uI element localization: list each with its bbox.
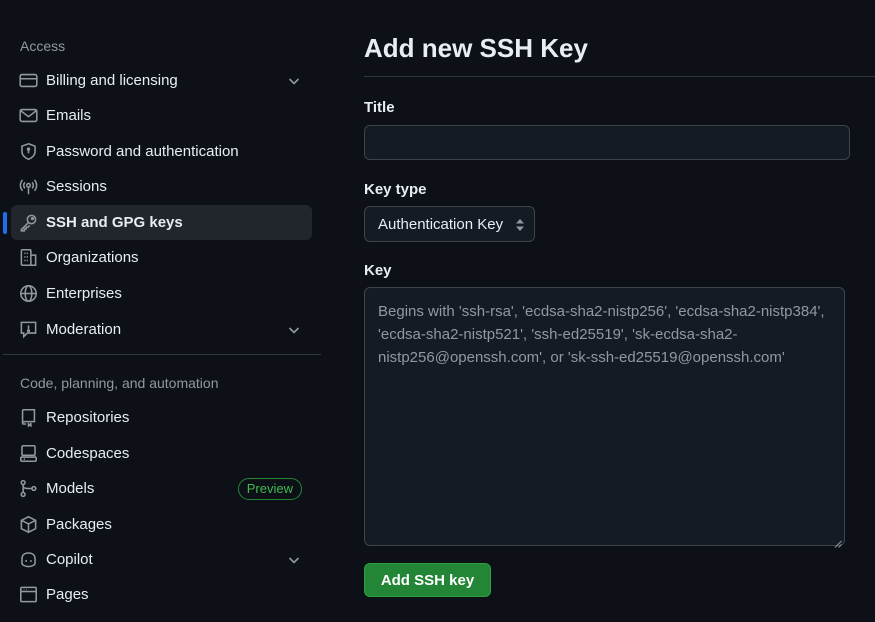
sidebar-item-label: Models	[46, 480, 95, 497]
sidebar-item-label: Emails	[46, 107, 92, 124]
sidebar-item-moderation[interactable]: Moderation	[11, 312, 312, 347]
key-field-label: Key	[364, 262, 392, 279]
credit-card-icon	[19, 71, 38, 90]
chevron-down-icon[interactable]	[286, 322, 302, 338]
title-divider	[364, 76, 875, 77]
organization-icon	[19, 248, 38, 267]
sidebar-item-copilot[interactable]: Copilot	[11, 542, 312, 577]
broadcast-icon	[19, 177, 38, 196]
preview-badge: Preview	[237, 478, 302, 500]
code-section-title: Code, planning, and automation	[20, 375, 219, 391]
sidebar-item-codespaces[interactable]: Codespaces	[11, 436, 312, 471]
globe-icon	[19, 284, 38, 303]
key-type-select[interactable]: Authentication Key	[364, 206, 535, 242]
settings-sidebar: Access Billing and licensing Emails Pass…	[0, 0, 322, 622]
sidebar-divider	[3, 354, 321, 355]
resize-grip-icon[interactable]	[834, 535, 842, 548]
sidebar-item-ssh-gpg-keys[interactable]: SSH and GPG keys	[3, 205, 312, 240]
main-content: Add new SSH Key Title Key type Authentic…	[364, 0, 875, 622]
shield-lock-icon	[19, 142, 38, 161]
select-arrows-icon	[514, 217, 526, 233]
add-ssh-key-button[interactable]: Add SSH key	[364, 563, 491, 597]
page-title: Add new SSH Key	[364, 33, 588, 63]
title-input[interactable]	[364, 125, 850, 160]
title-field-label: Title	[364, 99, 395, 116]
key-type-label: Key type	[364, 181, 427, 198]
key-placeholder: Begins with 'ssh-rsa', 'ecdsa-sha2-nistp…	[378, 303, 825, 366]
browser-icon	[19, 585, 38, 604]
sidebar-item-label: Organizations	[46, 249, 139, 266]
key-icon	[19, 213, 38, 232]
chevron-down-icon[interactable]	[286, 552, 302, 568]
key-textarea[interactable]: Begins with 'ssh-rsa', 'ecdsa-sha2-nistp…	[364, 287, 845, 548]
sidebar-item-packages[interactable]: Packages	[11, 507, 312, 542]
copilot-icon	[19, 550, 38, 569]
sidebar-item-enterprises[interactable]: Enterprises	[11, 276, 312, 311]
chevron-down-icon[interactable]	[286, 73, 302, 89]
codespaces-icon	[19, 444, 38, 463]
report-icon	[19, 320, 38, 339]
sidebar-item-label: Repositories	[46, 409, 130, 426]
sidebar-item-label: Billing and licensing	[46, 72, 178, 89]
sidebar-item-label: Password and authentication	[46, 143, 239, 160]
sidebar-item-billing[interactable]: Billing and licensing	[11, 63, 312, 98]
sidebar-item-label: Codespaces	[46, 445, 130, 462]
sidebar-item-label: SSH and GPG keys	[46, 214, 183, 231]
access-section-title: Access	[20, 38, 66, 54]
sidebar-item-pages[interactable]: Pages	[11, 577, 312, 612]
sidebar-item-repositories[interactable]: Repositories	[11, 400, 312, 435]
mail-icon	[19, 106, 38, 125]
sidebar-item-models[interactable]: Models Preview	[11, 471, 312, 506]
sidebar-item-label: Enterprises	[46, 285, 122, 302]
sidebar-item-password[interactable]: Password and authentication	[11, 134, 312, 169]
sidebar-item-organizations[interactable]: Organizations	[11, 240, 312, 275]
sidebar-item-emails[interactable]: Emails	[11, 98, 312, 133]
repo-icon	[19, 408, 38, 427]
key-type-selected-value: Authentication Key	[378, 215, 504, 233]
sidebar-item-label: Moderation	[46, 321, 122, 338]
sidebar-item-label: Pages	[46, 586, 89, 603]
sidebar-item-sessions[interactable]: Sessions	[11, 169, 312, 204]
sidebar-item-label: Sessions	[46, 178, 107, 195]
sidebar-item-label: Copilot	[46, 551, 93, 568]
package-icon	[19, 515, 38, 534]
models-icon	[19, 479, 38, 498]
sidebar-item-label: Packages	[46, 516, 112, 533]
